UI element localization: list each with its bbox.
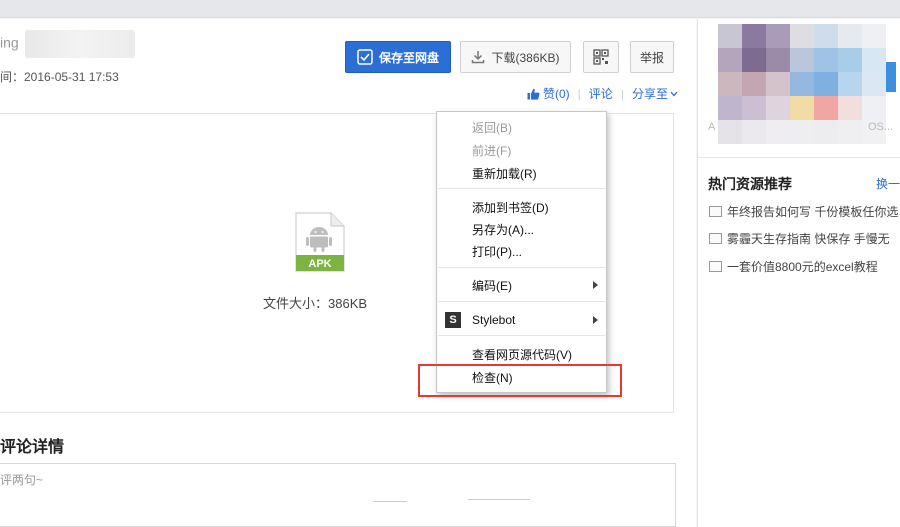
- page-title: ing: [0, 30, 135, 58]
- stylebot-extension-icon: S: [445, 312, 461, 328]
- menu-item-back[interactable]: 返回(B): [437, 116, 606, 138]
- menu-separator: [438, 301, 605, 302]
- document-icon: [709, 206, 722, 217]
- faint-divider: [373, 501, 407, 502]
- actions-separator: |: [620, 86, 624, 101]
- hot-resource-item[interactable]: 雾霾天生存指南 快保存 手慢无: [709, 230, 900, 247]
- actions-separator: |: [577, 86, 581, 101]
- menu-item-print[interactable]: 打印(P)...: [437, 240, 606, 262]
- menu-item-add-bookmark[interactable]: 添加到书签(D): [437, 196, 606, 218]
- share-dropdown[interactable]: 分享至: [632, 85, 678, 102]
- document-icon: [709, 233, 722, 244]
- menu-item-stylebot[interactable]: S Stylebot: [437, 309, 606, 331]
- save-to-netdisk-button[interactable]: 保存至网盘: [345, 41, 451, 73]
- apk-label: APK: [308, 258, 331, 270]
- chevron-down-icon: [670, 91, 678, 96]
- actions-row: 赞(0) | 评论 | 分享至: [527, 85, 678, 102]
- menu-separator: [438, 267, 605, 268]
- comments-title: 评论详情: [0, 439, 65, 456]
- comment-placeholder: 评两句~: [0, 473, 44, 487]
- document-icon: [709, 261, 722, 272]
- download-button[interactable]: 下载(386KB): [460, 41, 571, 73]
- menu-item-reload[interactable]: 重新加载(R): [437, 162, 606, 184]
- like-button[interactable]: 赞(0): [527, 85, 570, 102]
- menu-item-encoding[interactable]: 编码(E): [437, 274, 606, 296]
- menu-item-save-as[interactable]: 另存为(A)...: [437, 218, 606, 240]
- change-batch-link[interactable]: 换一: [876, 175, 900, 192]
- download-icon: [472, 51, 485, 64]
- sidebar-divider: [697, 157, 900, 158]
- faint-divider: [468, 499, 530, 500]
- save-icon: [357, 49, 373, 65]
- menu-separator: [438, 188, 605, 189]
- context-menu: 返回(B) 前进(F) 重新加载(R) 添加到书签(D) 另存为(A)... 打…: [436, 111, 607, 393]
- submenu-arrow-icon: [593, 316, 598, 324]
- apk-file-icon: APK: [295, 212, 345, 272]
- hot-resources-title: 热门资源推荐: [708, 176, 792, 192]
- upload-time: 间：2016-05-31 17:53: [0, 70, 119, 84]
- comment-link[interactable]: 评论: [589, 85, 613, 102]
- blurred-caption-right: OS...: [868, 121, 894, 133]
- browser-top-strip: [0, 0, 900, 18]
- blurred-title-block: [24, 30, 135, 58]
- submenu-arrow-icon: [593, 281, 598, 289]
- blurred-caption-left: A: [708, 121, 716, 133]
- menu-separator: [438, 335, 605, 336]
- report-button[interactable]: 举报: [630, 41, 674, 73]
- menu-item-inspect[interactable]: 检查(N): [437, 366, 606, 388]
- menu-item-view-source[interactable]: 查看网页源代码(V): [437, 343, 606, 365]
- qr-code-button[interactable]: [583, 41, 619, 73]
- comment-input[interactable]: 评两句~: [0, 463, 676, 527]
- hot-resource-item[interactable]: 一套价值8800元的excel教程: [709, 258, 900, 275]
- hot-resource-item[interactable]: 年终报告如何写 千份模板任你选: [709, 203, 900, 220]
- thumbs-up-icon: [527, 88, 540, 100]
- qr-code-icon: [593, 49, 609, 65]
- menu-item-forward[interactable]: 前进(F): [437, 139, 606, 161]
- file-size-label: 文件大小：386KB: [263, 296, 368, 311]
